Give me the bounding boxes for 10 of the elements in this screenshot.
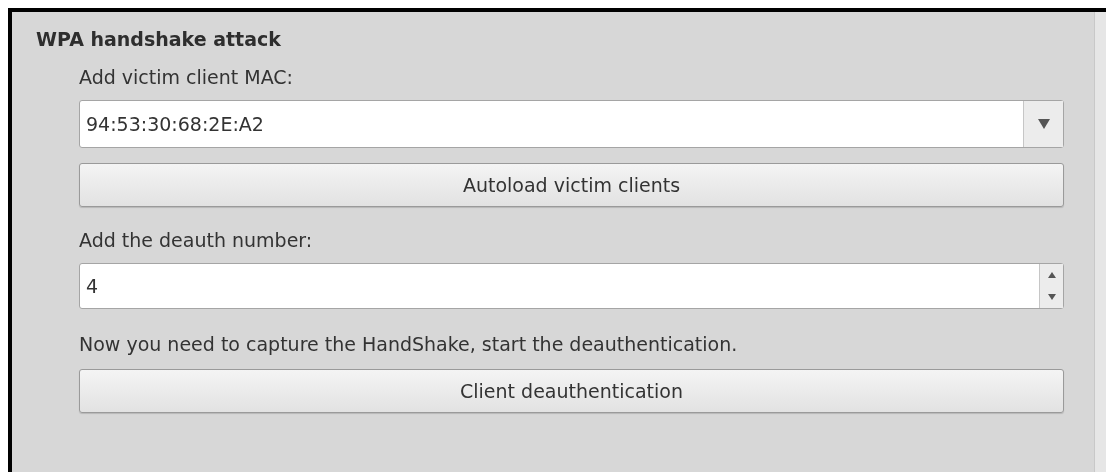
field-label: Add victim client MAC: xyxy=(79,65,295,90)
field-label: Add the deauth number: xyxy=(79,228,314,253)
group-title: WPA handshake attack xyxy=(36,27,282,52)
deauth-button[interactable]: Client deauthentication xyxy=(79,369,1064,413)
autoload-button[interactable]: Autoload victim clients xyxy=(79,163,1064,207)
dropdown-button[interactable] xyxy=(1023,101,1063,147)
up-arrow-icon xyxy=(1047,272,1056,278)
caret-icon xyxy=(1037,119,1050,129)
instruction-text: Now you need to capture the HandShake, start the deauthentication. xyxy=(79,332,739,357)
down-arrow-icon xyxy=(1047,294,1056,300)
